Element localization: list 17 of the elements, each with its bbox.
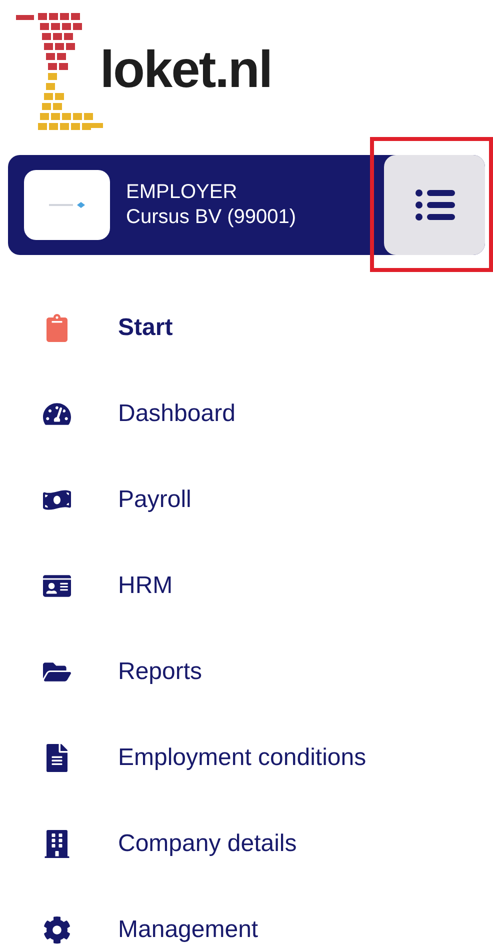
nav-link[interactable]: Dashboard	[118, 396, 236, 432]
nav-link[interactable]: Company details	[118, 826, 297, 862]
nav-link[interactable]: Employment conditions	[118, 740, 366, 776]
brand-name: loket.nl	[100, 40, 272, 101]
settings-icon	[43, 916, 71, 944]
nav-link[interactable]: Reports	[118, 654, 202, 690]
employer-role: EMPLOYER	[126, 180, 238, 205]
menu-button[interactable]	[384, 155, 485, 255]
nav-link[interactable]: Start	[118, 310, 173, 346]
nav-link[interactable]: HRM	[118, 568, 173, 604]
building-icon	[43, 830, 71, 858]
list-icon	[414, 189, 454, 221]
company-name: Cursus BV (99001)	[126, 205, 296, 230]
nav-link[interactable]: Payroll	[118, 482, 192, 518]
nav-link[interactable]: Management	[118, 912, 258, 947]
id-card-icon	[43, 572, 71, 600]
gauge-icon	[43, 400, 71, 428]
